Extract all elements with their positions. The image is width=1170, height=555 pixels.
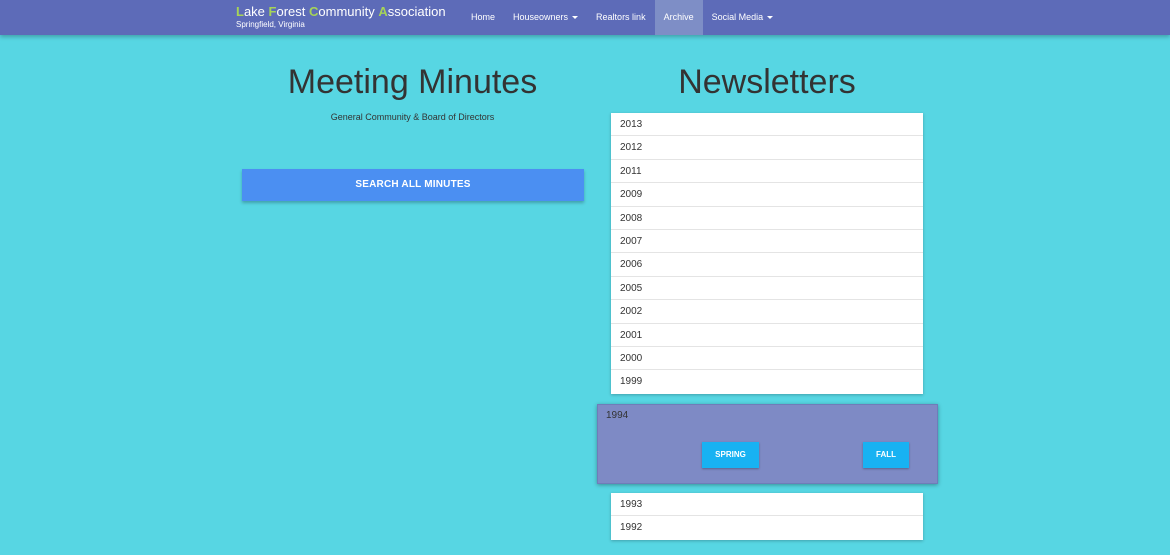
meeting-minutes-title: Meeting Minutes — [287, 63, 538, 101]
year-item-2013[interactable]: 2013 — [611, 113, 923, 137]
meeting-minutes-subtitle: General Community & Board of Directors — [330, 112, 495, 122]
brand-text: ssociation — [387, 4, 446, 19]
year-item-2008[interactable]: 2008 — [611, 207, 923, 230]
nav-item-social-media[interactable]: Social Media — [703, 0, 783, 35]
nav-item-home[interactable]: Home — [462, 0, 504, 35]
nav-item-realtors-link[interactable]: Realtors link — [587, 0, 655, 35]
brand-letter: L — [236, 4, 244, 19]
nav-item-archive[interactable]: Archive — [654, 0, 703, 35]
brand-text: orest — [276, 4, 309, 19]
year-item-2005[interactable]: 2005 — [611, 277, 923, 301]
year-item-2007[interactable]: 2007 — [611, 230, 923, 254]
spring-newsletter-button[interactable]: SPRING — [702, 442, 759, 468]
year-item-2012[interactable]: 2012 — [611, 136, 923, 160]
expanded-year-panel: 1994 SPRING FALL — [597, 404, 938, 484]
search-all-minutes-button[interactable]: SEARCH ALL MINUTES — [242, 169, 584, 201]
year-item-2006[interactable]: 2006 — [611, 253, 923, 277]
year-item-1999[interactable]: 1999 — [611, 370, 923, 393]
year-item-2001[interactable]: 2001 — [611, 324, 923, 347]
brand-text: ommunity — [318, 4, 379, 19]
nav-item-houseowners[interactable]: Houseowners — [504, 0, 587, 35]
newsletters-title: Newsletters — [678, 63, 856, 101]
brand-letter: C — [309, 4, 319, 19]
year-item-1993[interactable]: 1993 — [611, 493, 923, 517]
year-item-2009[interactable]: 2009 — [611, 183, 923, 207]
year-item-2011[interactable]: 2011 — [611, 160, 923, 184]
nav-item-label: Social Media — [711, 12, 764, 22]
main-nav: Home Houseowners Realtors link Archive Socia… — [462, 0, 782, 35]
caret-down-icon — [572, 16, 579, 20]
brand-subtitle: Springfield, Virginia — [236, 20, 305, 29]
brand-letter: A — [378, 4, 388, 19]
nav-item-label: Houseowners — [513, 12, 569, 22]
nav-item-label: Realtors link — [596, 12, 646, 22]
brand[interactable]: Lake Forest Community Association Spring… — [236, 4, 446, 30]
caret-down-icon — [767, 16, 774, 20]
newsletter-year-list-lower: 1993 1992 — [611, 493, 923, 540]
newsletter-year-list: 2013 2012 2011 2009 2008 2007 2006 2005 2002 2001… — [611, 113, 923, 394]
brand-title: Lake Forest Community Association — [236, 4, 446, 20]
expanded-year-label[interactable]: 1994 — [606, 410, 628, 421]
brand-text: ake — [243, 4, 269, 19]
year-item-1992[interactable]: 1992 — [611, 516, 923, 539]
nav-item-label: Home — [471, 12, 496, 22]
fall-newsletter-button[interactable]: FALL — [863, 442, 909, 468]
top-navbar: Lake Forest Community Association Spring… — [0, 0, 1170, 35]
year-item-2000[interactable]: 2000 — [611, 347, 923, 371]
year-item-2002[interactable]: 2002 — [611, 300, 923, 324]
nav-item-label: Archive — [663, 12, 694, 22]
